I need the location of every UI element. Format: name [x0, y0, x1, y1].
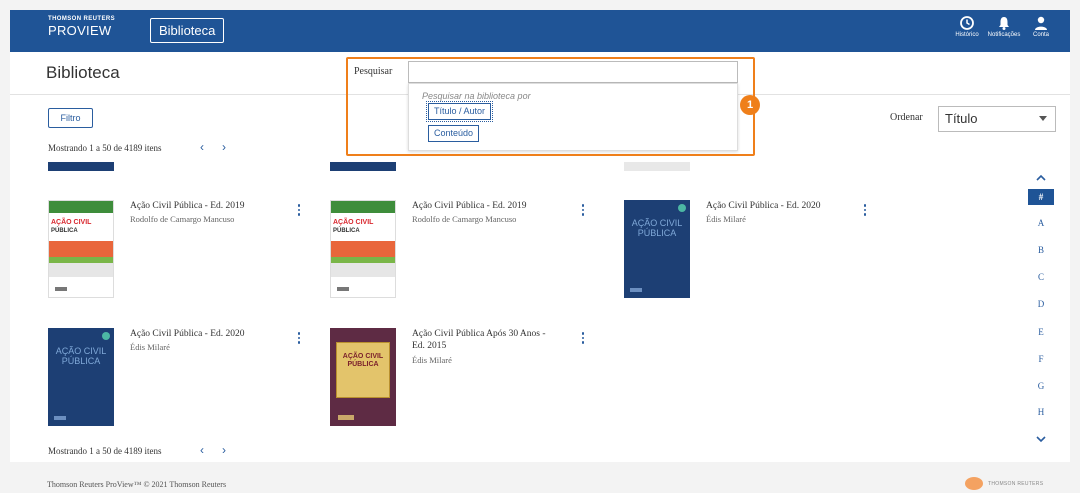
book-cover-partial[interactable] — [330, 162, 396, 171]
alpha-index-hash[interactable]: # — [1028, 189, 1054, 205]
chevron-up-icon[interactable] — [1035, 174, 1047, 182]
book-title[interactable]: Ação Civil Pública - Ed. 2020 — [130, 328, 280, 340]
notifications-label: Notificações — [987, 32, 1021, 38]
cover-title-line-1: AÇÃO CIVIL — [51, 219, 92, 226]
library-panel: Biblioteca Pesquisar Pesquisar na biblio… — [10, 52, 1070, 462]
sort-select[interactable]: Título — [938, 106, 1056, 132]
search-scope-hint: Pesquisar na biblioteca por — [422, 91, 531, 101]
history-button[interactable]: Histórico — [949, 15, 985, 38]
page-title: Biblioteca — [46, 63, 120, 82]
prev-page-icon[interactable]: ‹ — [200, 140, 204, 154]
copyright-text: Thomson Reuters ProView™ © 2021 Thomson … — [47, 480, 227, 489]
more-options-icon[interactable] — [580, 204, 586, 218]
book-cover[interactable]: AÇÃO CIVIL PÚBLICA — [48, 328, 114, 426]
next-page-icon-bottom[interactable]: › — [222, 443, 226, 457]
alpha-index-a[interactable]: A — [1028, 218, 1054, 228]
cover-title: AÇÃO CIVIL PÚBLICA — [55, 346, 107, 366]
publisher-logo — [54, 416, 66, 420]
user-icon — [1035, 16, 1047, 30]
search-scope-content[interactable]: Conteúdo — [428, 125, 480, 142]
book-author: Édis Milaré — [412, 355, 452, 365]
brand-company: THOMSON REUTERS — [48, 16, 116, 22]
account-label: Conta — [1032, 32, 1049, 38]
thomson-reuters-logo-text: THOMSON REUTERS — [988, 481, 1044, 487]
book-author: Rodolfo de Camargo Mancuso — [130, 214, 235, 224]
results-count-bottom: Mostrando 1 a 50 de 4189 itens — [48, 446, 162, 456]
prev-page-icon-bottom[interactable]: ‹ — [200, 443, 204, 457]
alpha-index-b[interactable]: B — [1028, 245, 1054, 255]
book-cover-partial[interactable] — [48, 162, 114, 171]
cover-title-line-2: PÚBLICA — [333, 228, 360, 234]
book-title[interactable]: Ação Civil Pública - Ed. 2020 — [706, 200, 856, 212]
search-label: Pesquisar — [354, 66, 393, 77]
book-cover[interactable]: AÇÃO CIVIL PÚBLICA — [330, 328, 396, 426]
cover-title-line-1: AÇÃO CIVIL — [333, 219, 374, 226]
alpha-index-d[interactable]: D — [1028, 299, 1054, 309]
account-button[interactable]: Conta — [1023, 15, 1059, 38]
chevron-down-icon[interactable] — [1035, 435, 1047, 443]
book-title[interactable]: Ação Civil Pública - Ed. 2019 — [412, 200, 562, 212]
notifications-button[interactable]: Notificações — [986, 15, 1022, 38]
alpha-index-h[interactable]: H — [1028, 407, 1054, 417]
search-scope-dropdown: Pesquisar na biblioteca por Título / Aut… — [408, 83, 738, 151]
book-author: Rodolfo de Camargo Mancuso — [412, 214, 517, 224]
cover-title: AÇÃO CIVIL PÚBLICA — [631, 218, 683, 238]
alpha-index-f[interactable]: F — [1028, 354, 1054, 364]
book-cover[interactable]: AÇÃO CIVIL PÚBLICA — [48, 200, 114, 298]
book-title[interactable]: Ação Civil Pública Após 30 Anos - Ed. 20… — [412, 328, 557, 352]
results-count: Mostrando 1 a 50 de 4189 itens — [48, 143, 162, 153]
publisher-logo — [55, 287, 67, 291]
book-cover[interactable]: AÇÃO CIVIL PÚBLICA — [330, 200, 396, 298]
more-options-icon[interactable] — [580, 332, 586, 346]
alpha-index-g[interactable]: G — [1028, 381, 1054, 391]
bell-icon — [999, 17, 1009, 30]
top-navigation-bar: THOMSON REUTERS PROVIEW Biblioteca Histó… — [10, 10, 1070, 52]
book-title[interactable]: Ação Civil Pública - Ed. 2019 — [130, 200, 280, 212]
annotation-callout-badge: 1 — [740, 95, 760, 115]
sort-value: Título — [945, 111, 978, 126]
publisher-logo — [337, 287, 349, 291]
cover-title-line-2: PÚBLICA — [51, 228, 78, 234]
alpha-index-e[interactable]: E — [1028, 327, 1054, 337]
book-cover[interactable]: AÇÃO CIVIL PÚBLICA — [624, 200, 690, 298]
book-cover-partial[interactable] — [624, 162, 690, 171]
search-scope-title-author[interactable]: Título / Autor — [425, 101, 494, 122]
more-options-icon[interactable] — [296, 204, 302, 218]
alpha-index-c[interactable]: C — [1028, 272, 1054, 282]
proview-logo[interactable]: THOMSON REUTERS PROVIEW — [48, 16, 115, 38]
history-icon — [960, 16, 974, 30]
thomson-reuters-logo-icon — [965, 477, 983, 490]
footer: Thomson Reuters ProView™ © 2021 Thomson … — [10, 462, 1070, 493]
publisher-logo — [338, 415, 354, 420]
library-tab[interactable]: Biblioteca — [150, 18, 225, 43]
history-label: Histórico — [955, 32, 979, 38]
chevron-down-icon — [1039, 116, 1047, 121]
search-input[interactable] — [408, 61, 738, 83]
more-options-icon[interactable] — [296, 332, 302, 346]
filter-button[interactable]: Filtro — [48, 108, 93, 128]
book-author: Édis Milaré — [130, 342, 170, 352]
publisher-logo — [630, 288, 642, 292]
next-page-icon[interactable]: › — [222, 140, 226, 154]
cover-title: AÇÃO CIVIL PÚBLICA — [342, 353, 384, 368]
more-options-icon[interactable] — [862, 204, 868, 218]
book-author: Édis Milaré — [706, 214, 746, 224]
sort-label: Ordenar — [890, 112, 923, 123]
brand-product: PROVIEW — [48, 23, 112, 38]
